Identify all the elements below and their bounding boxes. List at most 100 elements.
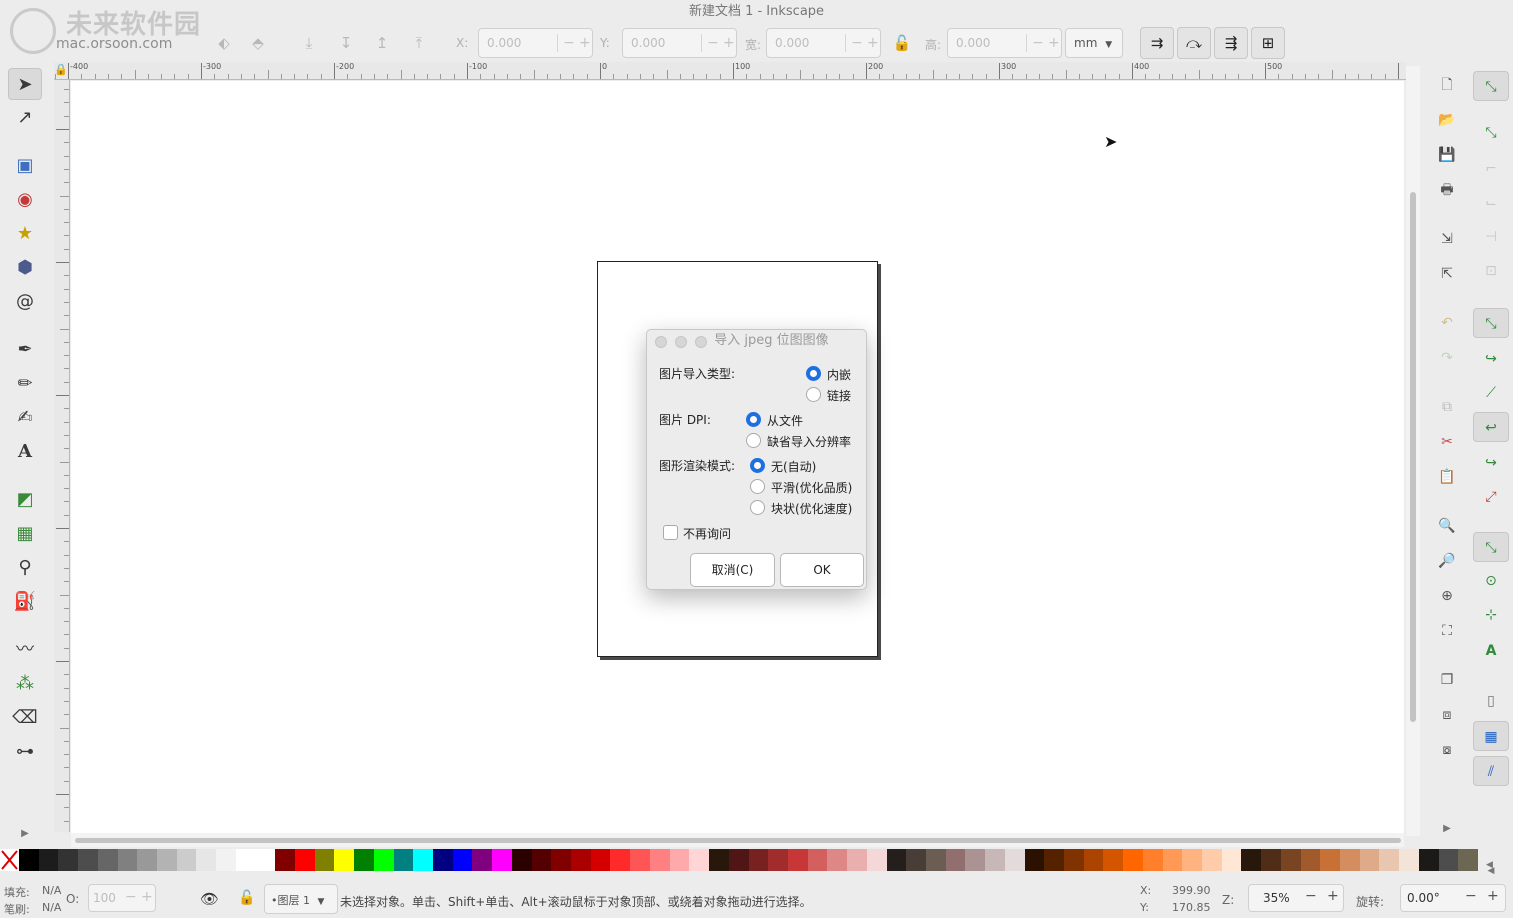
snap-bbox-midpoints-icon[interactable]: ⊣ — [1473, 222, 1509, 252]
ellipse-tool[interactable]: ◉ — [8, 184, 42, 216]
snap-page-border-icon[interactable]: ▯ — [1473, 686, 1509, 716]
move-gradients-button[interactable]: ⇶ — [1214, 27, 1248, 59]
open-file-icon[interactable]: 📂 — [1436, 109, 1458, 131]
zoom-drawing-icon[interactable]: 🔎 — [1436, 550, 1458, 572]
rectangle-tool[interactable]: ▣ — [8, 150, 42, 182]
lock-guides-icon[interactable]: 🔒 — [54, 63, 68, 76]
snap-others-icon[interactable]: ⤡ — [1473, 532, 1509, 562]
color-swatch[interactable] — [19, 849, 39, 871]
zoom-out-button[interactable]: − — [1305, 888, 1317, 904]
color-swatch[interactable] — [1320, 849, 1341, 871]
scale-stroke-button[interactable]: ⇉ — [1140, 27, 1174, 59]
color-swatch[interactable] — [886, 849, 907, 871]
snap-midpoints-icon[interactable]: ⤢ — [1473, 482, 1509, 512]
unit-dropdown[interactable]: mm ▼ — [1065, 28, 1123, 58]
color-swatch[interactable] — [1359, 849, 1380, 871]
color-swatch[interactable] — [1201, 849, 1222, 871]
tweak-tool[interactable]: 〰 — [8, 634, 42, 666]
color-swatch[interactable] — [196, 849, 217, 871]
snap-intersections-icon[interactable]: ⟋ — [1473, 378, 1509, 408]
width-decrement-button[interactable]: − — [851, 35, 863, 51]
color-swatch[interactable] — [807, 849, 828, 871]
export-icon[interactable]: ⇱ — [1436, 263, 1458, 285]
pencil-tool[interactable]: ✏ — [8, 368, 42, 400]
zoom-in-button[interactable]: + — [1327, 888, 1339, 904]
cancel-button[interactable]: 取消(C) — [690, 553, 775, 587]
render-auto-label[interactable]: 无(自动) — [771, 458, 816, 475]
color-swatch[interactable] — [235, 849, 256, 871]
color-swatch[interactable] — [78, 849, 99, 871]
snap-rotation-centers-icon[interactable]: ⊹ — [1473, 600, 1509, 630]
color-swatch[interactable] — [1300, 849, 1321, 871]
color-swatch[interactable] — [354, 849, 375, 871]
render-smooth-radio[interactable] — [750, 479, 765, 494]
color-swatch[interactable] — [945, 849, 966, 871]
snap-paths-icon[interactable]: ↪ — [1473, 344, 1509, 374]
opacity-decrement-button[interactable]: − — [125, 889, 137, 905]
dont-ask-checkbox[interactable] — [663, 525, 678, 540]
color-swatch[interactable] — [472, 849, 493, 871]
copy-icon[interactable]: ⧉ — [1436, 396, 1458, 418]
y-input[interactable]: 0.000 − + — [622, 28, 737, 58]
flip-horizontal-icon[interactable]: ⬖ — [210, 30, 238, 56]
color-swatch[interactable] — [689, 849, 710, 871]
render-smooth-label[interactable]: 平滑(优化品质) — [771, 479, 852, 496]
dpi-from-file-radio[interactable] — [746, 412, 761, 427]
color-swatch[interactable] — [1438, 849, 1459, 871]
stroke-value[interactable]: N/A — [42, 901, 61, 914]
lock-aspect-icon[interactable]: 🔓 — [888, 30, 916, 56]
layer-visibility-icon[interactable]: 👁 — [200, 890, 219, 908]
move-patterns-button[interactable]: ⊞ — [1251, 27, 1285, 59]
render-blocky-radio[interactable] — [750, 500, 765, 515]
selector-tool[interactable]: ➤ — [8, 68, 42, 100]
x-decrement-button[interactable]: − — [563, 35, 575, 51]
bezier-tool[interactable]: ✒ — [8, 334, 42, 366]
color-swatch[interactable] — [630, 849, 651, 871]
import-type-link-label[interactable]: 链接 — [827, 387, 851, 404]
color-swatch[interactable] — [433, 849, 454, 871]
dpi-default-radio[interactable] — [746, 433, 761, 448]
unlink-clone-icon[interactable]: ⧇ — [1436, 739, 1458, 761]
expand-tools-icon[interactable]: ▶ — [8, 818, 42, 850]
opacity-input[interactable]: 100 − + — [88, 884, 156, 912]
color-swatch[interactable] — [787, 849, 808, 871]
color-swatch[interactable] — [58, 849, 79, 871]
spiral-tool[interactable]: @ — [8, 286, 42, 318]
color-swatch[interactable] — [137, 849, 158, 871]
color-swatch[interactable] — [925, 849, 946, 871]
scale-corners-button[interactable]: ⤼ — [1177, 27, 1211, 59]
rotate-increment-button[interactable]: + — [1487, 888, 1499, 904]
render-auto-radio[interactable] — [750, 458, 765, 473]
color-swatch[interactable] — [1458, 849, 1479, 871]
color-swatch[interactable] — [413, 849, 434, 871]
color-swatch[interactable] — [768, 849, 789, 871]
color-swatch[interactable] — [571, 849, 592, 871]
color-swatch[interactable] — [965, 849, 986, 871]
color-swatch[interactable] — [866, 849, 887, 871]
color-swatch[interactable] — [669, 849, 690, 871]
spray-tool[interactable]: ⁂ — [8, 668, 42, 700]
color-swatch[interactable] — [1280, 849, 1301, 871]
color-swatch[interactable] — [985, 849, 1006, 871]
color-swatch[interactable] — [1004, 849, 1025, 871]
horizontal-scrollbar[interactable] — [71, 833, 1404, 847]
color-swatch[interactable] — [452, 849, 473, 871]
opacity-increment-button[interactable]: + — [141, 889, 153, 905]
dont-ask-label[interactable]: 不再询问 — [683, 525, 731, 542]
color-swatch[interactable] — [1103, 849, 1124, 871]
color-swatch[interactable] — [748, 849, 769, 871]
color-swatch[interactable] — [1399, 849, 1420, 871]
color-swatch[interactable] — [1142, 849, 1163, 871]
fill-value[interactable]: N/A — [42, 884, 61, 897]
color-swatch[interactable] — [216, 849, 237, 871]
render-blocky-label[interactable]: 块状(优化速度) — [771, 500, 852, 517]
zoom-selection-icon[interactable]: 🔍 — [1436, 515, 1458, 537]
flip-vertical-icon[interactable]: ⬘ — [244, 30, 272, 56]
color-swatch[interactable] — [906, 849, 927, 871]
color-swatch[interactable] — [649, 849, 670, 871]
color-swatch[interactable] — [551, 849, 572, 871]
color-swatch[interactable] — [827, 849, 848, 871]
color-swatch[interactable] — [1162, 849, 1183, 871]
dpi-from-file-label[interactable]: 从文件 — [767, 412, 803, 429]
color-swatch[interactable] — [1024, 849, 1045, 871]
